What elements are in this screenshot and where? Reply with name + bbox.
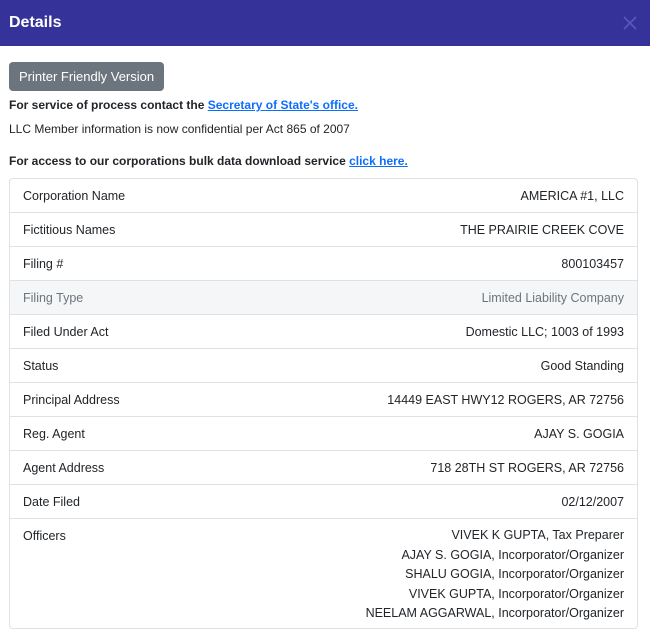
detail-value: Limited Liability Company bbox=[481, 291, 624, 305]
detail-row-fictitious-names: Fictitious Names THE PRAIRIE CREEK COVE bbox=[10, 213, 637, 247]
detail-label: Agent Address bbox=[23, 461, 105, 475]
officers-list: VIVEK K GUPTA, Tax Preparer AJAY S. GOGI… bbox=[365, 528, 624, 624]
officer-entry: NEELAM AGGARWAL, Incorporator/Organizer bbox=[365, 606, 624, 620]
detail-label: Fictitious Names bbox=[23, 223, 116, 237]
detail-value: 02/12/2007 bbox=[561, 495, 624, 509]
detail-label: Officers bbox=[23, 529, 66, 543]
detail-row-agent-address: Agent Address 718 28TH ST ROGERS, AR 727… bbox=[10, 451, 637, 485]
detail-label: Filed Under Act bbox=[23, 325, 109, 339]
close-button[interactable] bbox=[610, 0, 650, 46]
detail-value: 718 28TH ST ROGERS, AR 72756 bbox=[430, 461, 624, 475]
bulk-data-line: For access to our corporations bulk data… bbox=[9, 153, 641, 169]
detail-row-filing-number: Filing # 800103457 bbox=[10, 247, 637, 281]
detail-value: 800103457 bbox=[561, 257, 624, 271]
detail-label: Filing # bbox=[23, 257, 64, 271]
detail-row-principal-address: Principal Address 14449 EAST HWY12 ROGER… bbox=[10, 383, 637, 417]
detail-value: THE PRAIRIE CREEK COVE bbox=[460, 223, 624, 237]
close-icon bbox=[623, 16, 637, 30]
detail-row-status: Status Good Standing bbox=[10, 349, 637, 383]
detail-label: Reg. Agent bbox=[23, 427, 85, 441]
detail-label: Principal Address bbox=[23, 393, 120, 407]
detail-value: Good Standing bbox=[540, 359, 624, 373]
officer-entry: AJAY S. GOGIA, Incorporator/Organizer bbox=[401, 547, 624, 562]
detail-value: AMERICA #1, LLC bbox=[520, 189, 624, 203]
service-line-text: For service of process contact the bbox=[9, 98, 208, 112]
modal-title: Details bbox=[9, 14, 62, 31]
detail-row-corporation-name: Corporation Name AMERICA #1, LLC bbox=[10, 179, 637, 213]
service-of-process-line: For service of process contact the Secre… bbox=[9, 97, 641, 113]
detail-row-reg-agent: Reg. Agent AJAY S. GOGIA bbox=[10, 417, 637, 451]
officer-entry: VIVEK GUPTA, Incorporator/Organizer bbox=[408, 586, 624, 601]
detail-row-date-filed: Date Filed 02/12/2007 bbox=[10, 485, 637, 519]
secretary-of-state-link[interactable]: Secretary of State's office. bbox=[208, 98, 358, 112]
detail-row-officers: Officers VIVEK K GUPTA, Tax Preparer AJA… bbox=[10, 519, 637, 628]
officer-entry: VIVEK K GUPTA, Tax Preparer bbox=[451, 528, 624, 542]
detail-row-filed-under-act: Filed Under Act Domestic LLC; 1003 of 19… bbox=[10, 315, 637, 349]
modal-header: Details bbox=[0, 0, 650, 46]
detail-value: AJAY S. GOGIA bbox=[534, 427, 624, 441]
detail-value: 14449 EAST HWY12 ROGERS, AR 72756 bbox=[387, 393, 624, 407]
detail-label: Date Filed bbox=[23, 495, 80, 509]
detail-label: Corporation Name bbox=[23, 189, 126, 203]
printer-friendly-button[interactable]: Printer Friendly Version bbox=[9, 62, 165, 91]
detail-label: Filing Type bbox=[23, 291, 84, 305]
officer-entry: SHALU GOGIA, Incorporator/Organizer bbox=[405, 567, 624, 581]
details-list: Corporation Name AMERICA #1, LLC Fictiti… bbox=[9, 178, 638, 629]
detail-label: Status bbox=[23, 359, 59, 373]
detail-value: Domestic LLC; 1003 of 1993 bbox=[465, 325, 624, 339]
modal-body: Printer Friendly Version For service of … bbox=[0, 46, 650, 629]
bulk-data-link[interactable]: click here. bbox=[349, 154, 408, 168]
detail-row-filing-type: Filing Type Limited Liability Company bbox=[10, 281, 637, 315]
bulk-line-text: For access to our corporations bulk data… bbox=[9, 154, 350, 168]
llc-notice: LLC Member information is now confidenti… bbox=[9, 122, 350, 136]
